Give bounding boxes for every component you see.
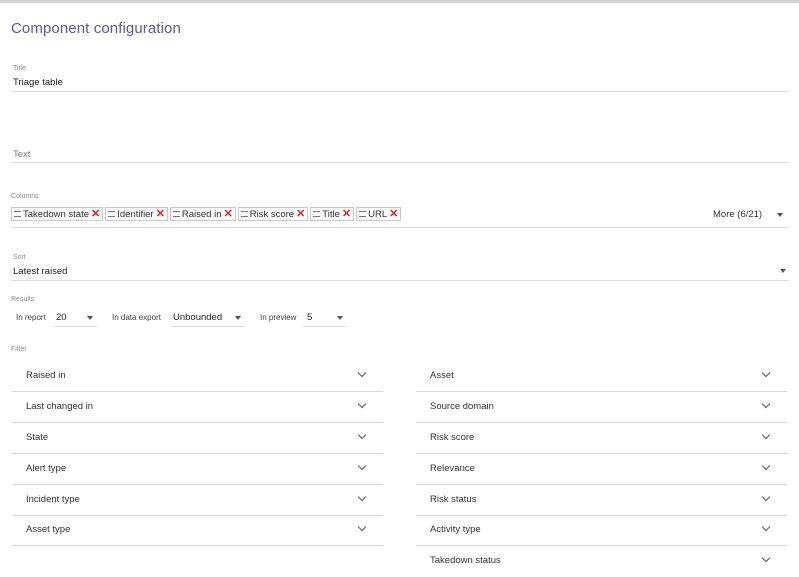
column-chip[interactable]: Takedown state ✕: [11, 207, 104, 221]
columns-label: Columns: [11, 193, 39, 200]
title-input[interactable]: Triage table: [13, 77, 63, 88]
column-chips: Takedown state ✕ Identifier ✕ Raised in ✕ R…: [11, 207, 402, 221]
filter-item-label: State: [26, 432, 49, 443]
filter-last-changed-in[interactable]: Last changed in: [12, 392, 383, 423]
in-preview-label: In preview: [260, 313, 297, 322]
filter-source-domain[interactable]: Source domain: [416, 392, 787, 423]
column-chip-label: Takedown state: [23, 208, 90, 220]
filter-item-label: Raised in: [26, 370, 66, 381]
close-icon[interactable]: ✕: [342, 209, 351, 220]
text-input[interactable]: Text: [13, 149, 30, 160]
page-title: Component configuration: [11, 20, 181, 37]
in-preview-select[interactable]: 5: [307, 312, 312, 323]
filter-item-label: Last changed in: [26, 401, 94, 412]
chevron-down-icon: [357, 522, 367, 532]
drag-handle-icon[interactable]: [172, 211, 180, 217]
chevron-down-icon[interactable]: [777, 213, 783, 217]
column-chip-label: Identifier: [117, 208, 154, 220]
filter-item-label: Asset: [430, 370, 454, 381]
sort-underline: [11, 280, 789, 281]
filter-label: Filter: [11, 346, 27, 353]
close-icon[interactable]: ✕: [389, 209, 398, 220]
in-report-label: In report: [16, 313, 46, 322]
chevron-down-icon: [761, 430, 771, 440]
in-report-underline: [53, 326, 97, 327]
filter-takedown-status[interactable]: Takedown status: [416, 546, 787, 577]
in-data-export-underline: [171, 326, 245, 327]
results-label: Results: [11, 296, 35, 303]
drag-handle-icon[interactable]: [359, 211, 367, 217]
chevron-down-icon[interactable]: [780, 269, 786, 273]
in-data-export-label: In data export: [112, 313, 161, 322]
chevron-down-icon: [357, 399, 367, 409]
chevron-down-icon: [761, 368, 771, 378]
filter-risk-score[interactable]: Risk score: [416, 423, 787, 454]
filter-item-label: Risk score: [430, 432, 475, 443]
in-report-select[interactable]: 20: [56, 312, 67, 323]
filter-item-label: Asset type: [26, 524, 71, 535]
filter-item-label: Relevance: [430, 463, 475, 474]
chevron-down-icon[interactable]: [337, 316, 343, 320]
top-border: [0, 0, 799, 3]
filter-raised-in[interactable]: Raised in: [12, 361, 383, 392]
filter-item-label: Alert type: [26, 463, 67, 474]
column-chip-label: URL: [368, 208, 388, 220]
text-underline: [11, 162, 789, 163]
column-chip[interactable]: URL ✕: [356, 207, 402, 221]
title-field-label: Title: [13, 65, 26, 72]
drag-handle-icon[interactable]: [108, 211, 116, 217]
drag-handle-icon[interactable]: [240, 211, 248, 217]
column-chip-label: Raised in: [181, 208, 222, 220]
sort-select[interactable]: Latest raised: [13, 266, 67, 277]
columns-underline: [11, 227, 789, 228]
close-icon[interactable]: ✕: [224, 209, 233, 220]
filter-item-label: Risk status: [430, 494, 477, 505]
filter-item-label: Activity type: [430, 524, 481, 535]
filter-asset[interactable]: Asset: [416, 361, 787, 392]
filter-relevance[interactable]: Relevance: [416, 454, 787, 485]
filter-incident-type[interactable]: Incident type: [12, 485, 383, 516]
column-chip[interactable]: Identifier ✕: [105, 207, 168, 221]
more-columns-dropdown[interactable]: More (6/21): [713, 209, 762, 220]
chevron-down-icon: [761, 461, 771, 471]
drag-handle-icon[interactable]: [14, 211, 21, 217]
column-chip-label: Risk score: [249, 208, 295, 220]
close-icon[interactable]: ✕: [91, 209, 100, 220]
chevron-down-icon[interactable]: [235, 316, 241, 320]
close-icon[interactable]: ✕: [156, 209, 165, 220]
filter-state[interactable]: State: [12, 423, 383, 454]
close-icon[interactable]: ✕: [296, 209, 305, 220]
chevron-down-icon: [357, 368, 367, 378]
column-chip-label: Title: [322, 208, 340, 220]
column-chip[interactable]: Risk score ✕: [237, 207, 309, 221]
chevron-down-icon: [357, 492, 367, 502]
filter-item-label: Source domain: [430, 401, 494, 412]
sort-label: Sort: [13, 254, 26, 261]
filter-item-label: Takedown status: [430, 555, 501, 566]
chevron-down-icon: [761, 492, 771, 502]
column-chip[interactable]: Title ✕: [310, 207, 355, 221]
chevron-down-icon: [357, 430, 367, 440]
in-preview-underline: [303, 326, 347, 327]
column-chip[interactable]: Raised in ✕: [169, 207, 236, 221]
chevron-down-icon: [761, 522, 771, 532]
filter-asset-type[interactable]: Asset type: [12, 515, 383, 546]
title-underline: [11, 91, 789, 92]
chevron-down-icon: [761, 553, 771, 563]
filter-risk-status[interactable]: Risk status: [416, 485, 787, 516]
filter-activity-type[interactable]: Activity type: [416, 515, 787, 546]
drag-handle-icon[interactable]: [313, 211, 321, 217]
chevron-down-icon[interactable]: [87, 316, 93, 320]
chevron-down-icon: [761, 399, 771, 409]
filter-item-label: Incident type: [26, 494, 80, 505]
filter-alert-type[interactable]: Alert type: [12, 454, 383, 485]
chevron-down-icon: [357, 461, 367, 471]
in-data-export-select[interactable]: Unbounded: [173, 312, 222, 323]
